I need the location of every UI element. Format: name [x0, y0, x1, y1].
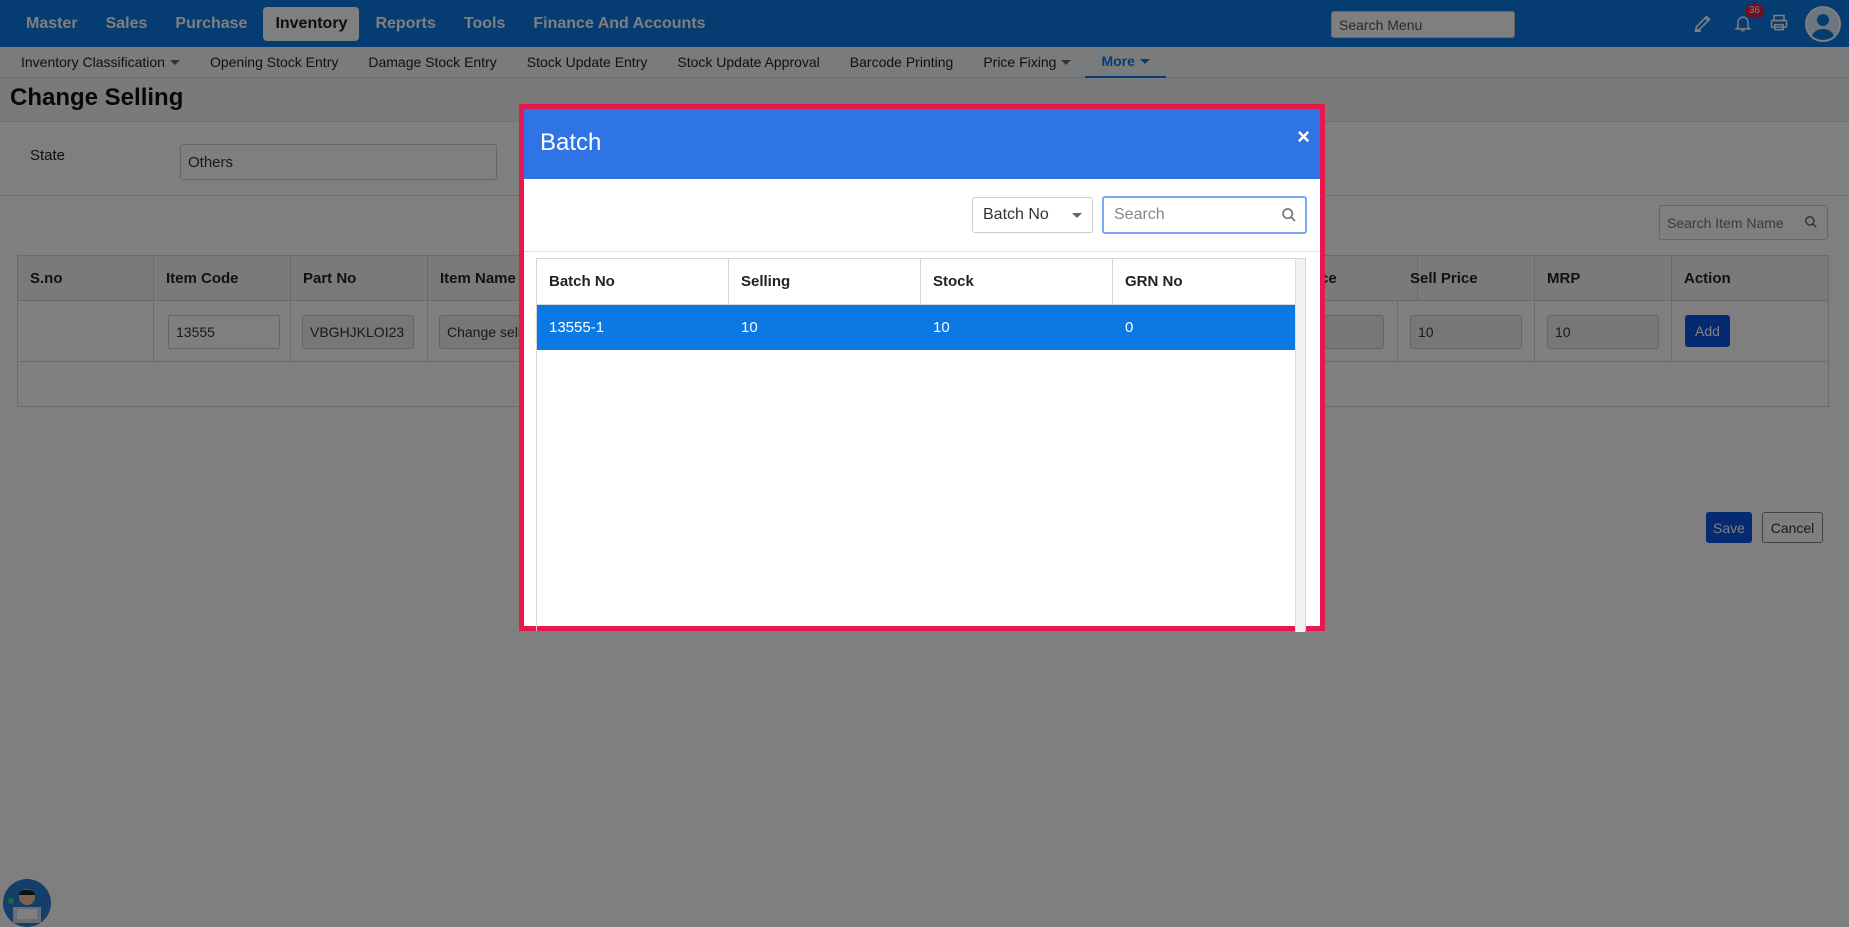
table-row[interactable]: 13555-1 10 10 0 — [537, 305, 1305, 350]
batch-search-input[interactable] — [1104, 198, 1274, 232]
scrollbar[interactable] — [1295, 259, 1305, 632]
col-grn-no: GRN No — [1125, 273, 1183, 290]
cell-stock: 10 — [933, 319, 950, 336]
cell-batch-no: 13555-1 — [549, 319, 605, 336]
modal-title: Batch — [540, 129, 602, 156]
batch-modal: Batch × Batch No Batch No Selling Stock … — [519, 104, 1325, 632]
search-icon[interactable] — [1281, 207, 1297, 227]
batch-search-field — [1102, 196, 1307, 234]
cell-selling: 10 — [741, 319, 758, 336]
filter-selected-value: Batch No — [983, 206, 1049, 223]
cell-grn-no: 0 — [1125, 319, 1134, 336]
batch-table: Batch No Selling Stock GRN No 13555-1 10… — [536, 258, 1306, 632]
caret-down-icon — [1072, 213, 1082, 218]
col-selling: Selling — [729, 259, 921, 305]
batch-table-header: Batch No Selling Stock GRN No — [537, 259, 1305, 305]
modal-header: Batch × — [524, 109, 1320, 179]
batch-filter-select[interactable]: Batch No — [972, 197, 1093, 233]
divider — [524, 251, 1320, 252]
col-batch-no: Batch No — [537, 259, 729, 305]
close-icon[interactable]: × — [1297, 124, 1310, 150]
col-stock: Stock — [921, 259, 1113, 305]
